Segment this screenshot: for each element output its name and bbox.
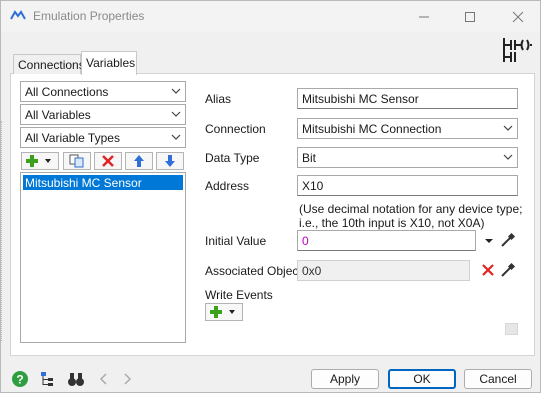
clear-icon: [482, 264, 494, 276]
initial-value-picker-button[interactable]: [500, 232, 516, 248]
address-hint: (Use decimal notation for any device typ…: [299, 202, 523, 230]
apply-button[interactable]: Apply: [311, 369, 379, 389]
data-type-dropdown[interactable]: Bit: [297, 147, 518, 168]
chevron-down-icon: [171, 111, 181, 117]
help-icon: ?: [12, 371, 28, 387]
address-field[interactable]: X10: [297, 175, 518, 196]
address-label: Address: [205, 179, 250, 193]
variables-filter-value: All Variables: [25, 108, 91, 122]
maximize-icon: [465, 11, 475, 22]
initial-value-field[interactable]: 0: [297, 230, 476, 251]
eyedropper-icon: [501, 262, 516, 277]
clear-associated-object-button[interactable]: [480, 262, 496, 278]
find-button[interactable]: [67, 370, 85, 388]
chevron-down-icon: [171, 88, 181, 94]
chevron-down-icon: [503, 125, 513, 131]
initial-value-label: Initial Value: [205, 234, 267, 248]
variable-types-filter-value: All Variable Types: [25, 131, 120, 145]
chevron-down-icon: [503, 154, 513, 160]
help-button[interactable]: ?: [11, 370, 29, 388]
emulation-properties-dialog: Emulation Properties Connections Variabl…: [0, 0, 541, 393]
add-icon: [26, 155, 51, 167]
add-variable-button[interactable]: [21, 152, 59, 170]
left-edge-divider: [1, 121, 3, 341]
move-down-button[interactable]: [156, 152, 184, 170]
data-type-value: Bit: [302, 151, 317, 165]
move-up-button[interactable]: [125, 152, 153, 170]
window-title: Emulation Properties: [33, 9, 145, 23]
forward-icon: [124, 373, 132, 385]
plc-ladder-icon: [503, 38, 532, 62]
add-icon: [210, 306, 235, 318]
add-write-event-button[interactable]: [205, 303, 243, 321]
delete-variable-button[interactable]: [94, 152, 122, 170]
ok-button[interactable]: OK: [388, 369, 456, 389]
copy-icon: [69, 154, 84, 168]
eyedropper-icon: [501, 232, 516, 247]
associated-object-field: 0x0: [297, 260, 470, 281]
maximize-button[interactable]: [447, 1, 493, 32]
variable-list[interactable]: Mitsubishi MC Sensor: [20, 172, 186, 343]
copy-variable-button[interactable]: [63, 152, 91, 170]
associated-object-picker-button[interactable]: [500, 262, 516, 278]
back-button[interactable]: [95, 370, 113, 388]
alias-field[interactable]: Mitsubishi MC Sensor: [297, 88, 518, 109]
variable-types-filter-dropdown[interactable]: All Variable Types: [20, 127, 186, 148]
chevron-down-icon: [171, 134, 181, 140]
close-button[interactable]: [495, 1, 541, 32]
minimize-button[interactable]: [401, 1, 447, 32]
connection-value: Mitsubishi MC Connection: [302, 122, 442, 136]
write-events-label: Write Events: [205, 288, 273, 302]
forward-button[interactable]: [118, 370, 136, 388]
list-item[interactable]: Mitsubishi MC Sensor: [23, 175, 183, 190]
svg-text:?: ?: [16, 373, 23, 387]
initial-value-dropdown-button[interactable]: [481, 233, 497, 249]
binoculars-icon: [68, 373, 84, 386]
app-icon: [10, 10, 26, 20]
cancel-button[interactable]: Cancel: [464, 369, 532, 389]
move-down-icon: [165, 155, 175, 167]
connection-filter-dropdown[interactable]: All Connections: [20, 81, 186, 102]
dropdown-arrow-icon: [485, 239, 493, 243]
move-up-icon: [134, 155, 144, 167]
connection-label: Connection: [205, 122, 266, 136]
tree-view-button[interactable]: [39, 370, 57, 388]
alias-label: Alias: [205, 92, 232, 106]
title-bar: Emulation Properties: [1, 1, 540, 32]
connection-dropdown[interactable]: Mitsubishi MC Connection: [297, 118, 518, 139]
associated-object-label: Associated Object: [205, 264, 302, 278]
tree-icon: [41, 372, 53, 386]
delete-icon: [102, 155, 114, 167]
data-type-label: Data Type: [205, 151, 260, 165]
panel-size-grip: [505, 323, 518, 335]
variables-filter-dropdown[interactable]: All Variables: [20, 104, 186, 125]
connection-filter-value: All Connections: [25, 85, 109, 99]
back-icon: [99, 373, 107, 385]
tab-variables[interactable]: Variables: [81, 51, 137, 75]
close-icon: [512, 11, 524, 22]
tab-connections[interactable]: Connections: [13, 54, 85, 74]
minimize-icon: [419, 16, 429, 17]
